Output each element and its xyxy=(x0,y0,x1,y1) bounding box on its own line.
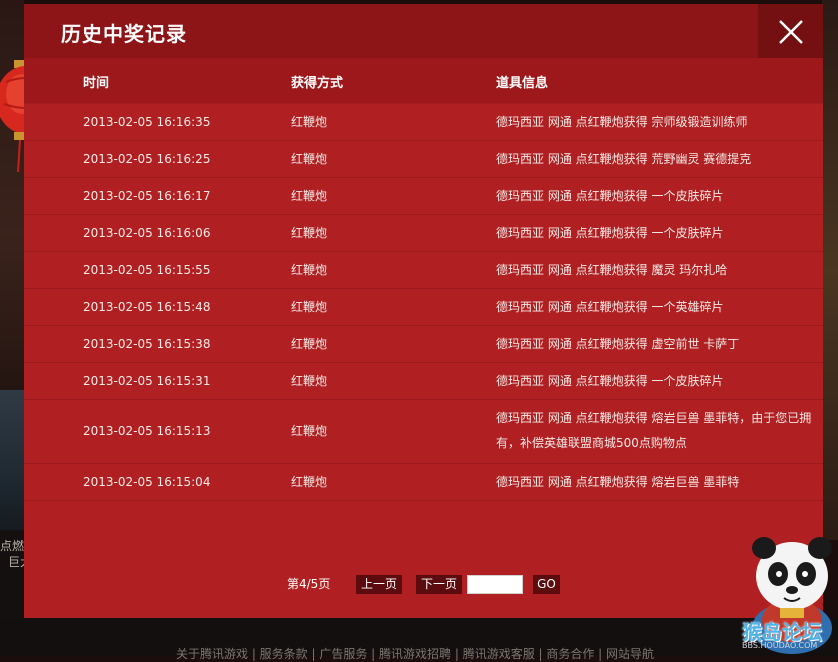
cell-item: 德玛西亚 网通 点红鞭炮获得 一个皮肤碎片 xyxy=(496,189,724,203)
close-icon xyxy=(779,20,803,44)
cell-method: 红鞭炮 xyxy=(291,263,328,277)
cell-time: 2013-02-05 16:16:25 xyxy=(83,152,211,166)
page-number-input[interactable] xyxy=(467,575,523,594)
page-info: 第4/5页 xyxy=(287,577,331,591)
history-table: 时间 获得方式 道具信息 2013-02-05 16:16:35 红鞭炮 德玛西… xyxy=(24,58,823,501)
cell-method: 红鞭炮 xyxy=(291,189,328,203)
table-row: 2013-02-05 16:16:35 红鞭炮 德玛西亚 网通 点红鞭炮获得 宗… xyxy=(24,104,823,141)
close-button[interactable] xyxy=(758,4,823,58)
cell-time: 2013-02-05 16:15:04 xyxy=(83,475,211,489)
cell-item: 德玛西亚 网通 点红鞭炮获得 一个英雄碎片 xyxy=(496,300,724,314)
table-row: 2013-02-05 16:16:17 红鞭炮 德玛西亚 网通 点红鞭炮获得 一… xyxy=(24,178,823,215)
table-row: 2013-02-05 16:16:06 红鞭炮 德玛西亚 网通 点红鞭炮获得 一… xyxy=(24,215,823,252)
modal-header: 历史中奖记录 xyxy=(24,4,823,58)
background-footer: 关于腾讯游戏 | 服务条款 | 广告服务 | 腾讯游戏招聘 | 腾讯游戏客服 |… xyxy=(0,618,838,661)
cell-time: 2013-02-05 16:15:13 xyxy=(83,424,211,438)
go-button[interactable]: GO xyxy=(533,575,560,594)
cell-time: 2013-02-05 16:15:55 xyxy=(83,263,211,277)
column-header-item: 道具信息 xyxy=(496,76,549,91)
cell-method: 红鞭炮 xyxy=(291,226,328,240)
cell-time: 2013-02-05 16:16:35 xyxy=(83,115,211,129)
table-row: 2013-02-05 16:15:55 红鞭炮 德玛西亚 网通 点红鞭炮获得 魔… xyxy=(24,252,823,289)
cell-item: 德玛西亚 网通 点红鞭炮获得 熔岩巨兽 墨菲特 xyxy=(496,475,740,489)
column-header-method: 获得方式 xyxy=(291,76,344,91)
table-row: 2013-02-05 16:15:31 红鞭炮 德玛西亚 网通 点红鞭炮获得 一… xyxy=(24,363,823,400)
pagination: 第4/5页 上一页 下一页 GO xyxy=(24,572,823,596)
cell-item: 德玛西亚 网通 点红鞭炮获得 一个皮肤碎片 xyxy=(496,226,724,240)
table-row: 2013-02-05 16:15:38 红鞭炮 德玛西亚 网通 点红鞭炮获得 虚… xyxy=(24,326,823,363)
table-row: 2013-02-05 16:15:04 红鞭炮 德玛西亚 网通 点红鞭炮获得 熔… xyxy=(24,464,823,501)
cell-item: 德玛西亚 网通 点红鞭炮获得 魔灵 玛尔扎哈 xyxy=(496,263,728,277)
next-page-button[interactable]: 下一页 xyxy=(416,575,462,594)
table-header: 时间 获得方式 道具信息 xyxy=(24,58,823,104)
cell-method: 红鞭炮 xyxy=(291,475,328,489)
cell-item: 德玛西亚 网通 点红鞭炮获得 虚空前世 卡萨丁 xyxy=(496,337,740,351)
table-row: 2013-02-05 16:15:48 红鞭炮 德玛西亚 网通 点红鞭炮获得 一… xyxy=(24,289,823,326)
cell-method: 红鞭炮 xyxy=(291,337,328,351)
cell-time: 2013-02-05 16:16:06 xyxy=(83,226,211,240)
cell-time: 2013-02-05 16:15:38 xyxy=(83,337,211,351)
watermark-url: BBS.HOUDAO.COM xyxy=(742,641,818,650)
lottery-history-modal: 历史中奖记录 时间 获得方式 道具信息 2013-02-05 16:16:35 … xyxy=(24,4,823,618)
cell-method: 红鞭炮 xyxy=(291,424,328,438)
prev-page-button[interactable]: 上一页 xyxy=(356,575,402,594)
cell-time: 2013-02-05 16:15:31 xyxy=(83,374,211,388)
cell-time: 2013-02-05 16:15:48 xyxy=(83,300,211,314)
cell-item: 德玛西亚 网通 点红鞭炮获得 宗师级锻造训练师 xyxy=(496,115,748,129)
cell-item: 德玛西亚 网通 点红鞭炮获得 熔岩巨兽 墨菲特，由于您已拥有，补偿英雄联盟商城5… xyxy=(496,411,812,450)
background-right-top xyxy=(822,0,838,540)
cell-item: 德玛西亚 网通 点红鞭炮获得 一个皮肤碎片 xyxy=(496,374,724,388)
table-row: 2013-02-05 16:16:25 红鞭炮 德玛西亚 网通 点红鞭炮获得 荒… xyxy=(24,141,823,178)
cell-method: 红鞭炮 xyxy=(291,152,328,166)
column-header-time: 时间 xyxy=(83,76,110,91)
footer-links[interactable]: 关于腾讯游戏 | 服务条款 | 广告服务 | 腾讯游戏招聘 | 腾讯游戏客服 |… xyxy=(176,645,654,662)
cell-method: 红鞭炮 xyxy=(291,300,328,314)
cell-method: 红鞭炮 xyxy=(291,115,328,129)
cell-method: 红鞭炮 xyxy=(291,374,328,388)
modal-title: 历史中奖记录 xyxy=(61,22,187,46)
table-row: 2013-02-05 16:15:13 红鞭炮 德玛西亚 网通 点红鞭炮获得 熔… xyxy=(24,400,823,464)
background-left-mid xyxy=(0,390,24,530)
cell-item: 德玛西亚 网通 点红鞭炮获得 荒野幽灵 赛德提克 xyxy=(496,152,752,166)
cell-time: 2013-02-05 16:16:17 xyxy=(83,189,211,203)
